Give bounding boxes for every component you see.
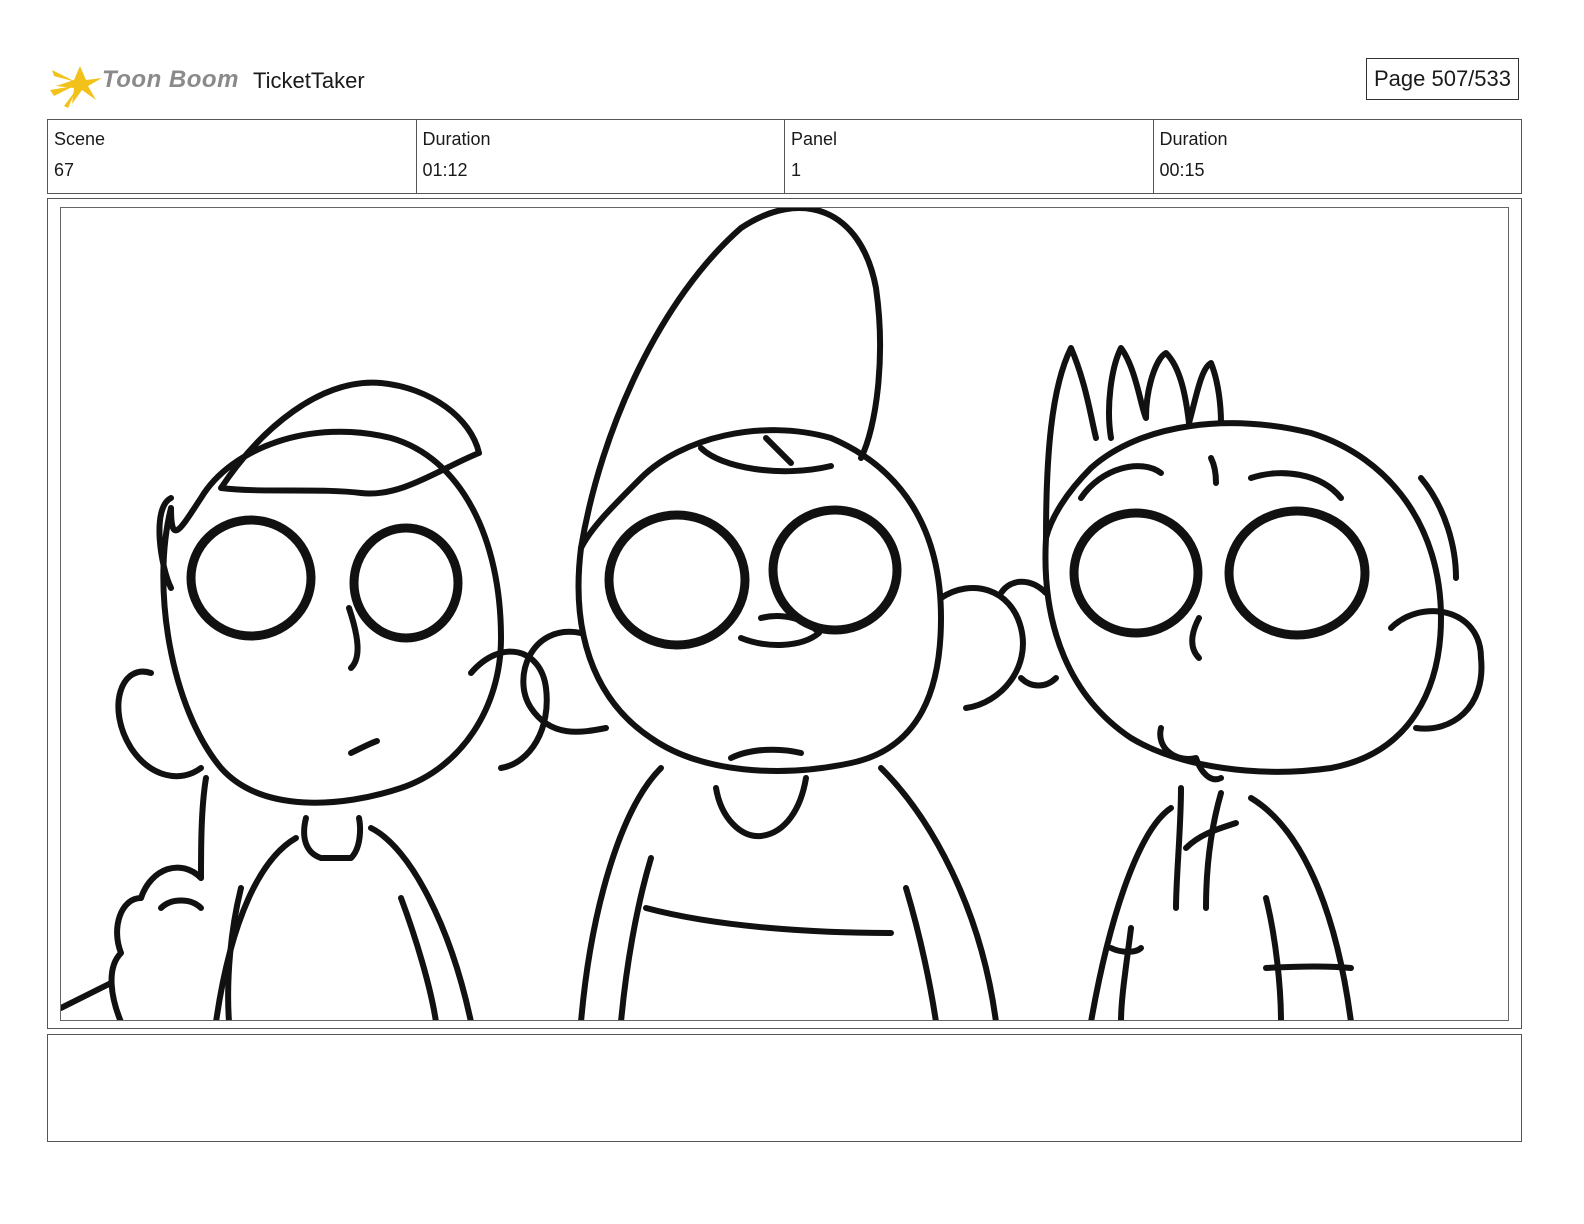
panel-duration-label: Duration — [1159, 129, 1228, 149]
panel-label: Panel — [791, 129, 838, 149]
panel-sketch — [61, 208, 1485, 1020]
panel-info-table: Scene 67 Duration 01:12 Panel 1 Duration… — [47, 119, 1522, 194]
right-character-sketch — [1042, 345, 1485, 1020]
panel-value: 1 — [791, 160, 802, 180]
storyboard-panel-frame — [47, 198, 1522, 1029]
left-character-sketch — [61, 379, 550, 1020]
panel-duration-cell: Duration 00:15 — [1154, 120, 1522, 193]
panel-cell: Panel 1 — [785, 120, 1154, 193]
star-burst-icon — [50, 66, 102, 108]
scene-value: 67 — [54, 160, 75, 180]
scene-label: Scene — [54, 129, 106, 149]
panel-duration-value: 00:15 — [1159, 160, 1205, 180]
center-character-sketch — [520, 208, 1059, 1020]
brand-name: Toon Boom — [102, 66, 239, 93]
scene-duration-label: Duration — [422, 129, 491, 149]
scene-duration-value: 01:12 — [422, 160, 468, 180]
panel-notes-box — [47, 1034, 1522, 1142]
panel-drawing-area — [60, 207, 1509, 1021]
page-number: Page 507/533 — [1366, 58, 1519, 100]
storyboard-header: Toon Boom TicketTaker Page 507/533 — [50, 56, 1540, 110]
scene-cell: Scene 67 — [48, 120, 417, 193]
scene-duration-cell: Duration 01:12 — [417, 120, 785, 193]
toon-boom-logo: Toon Boom — [50, 56, 240, 110]
project-title: TicketTaker — [253, 68, 365, 93]
